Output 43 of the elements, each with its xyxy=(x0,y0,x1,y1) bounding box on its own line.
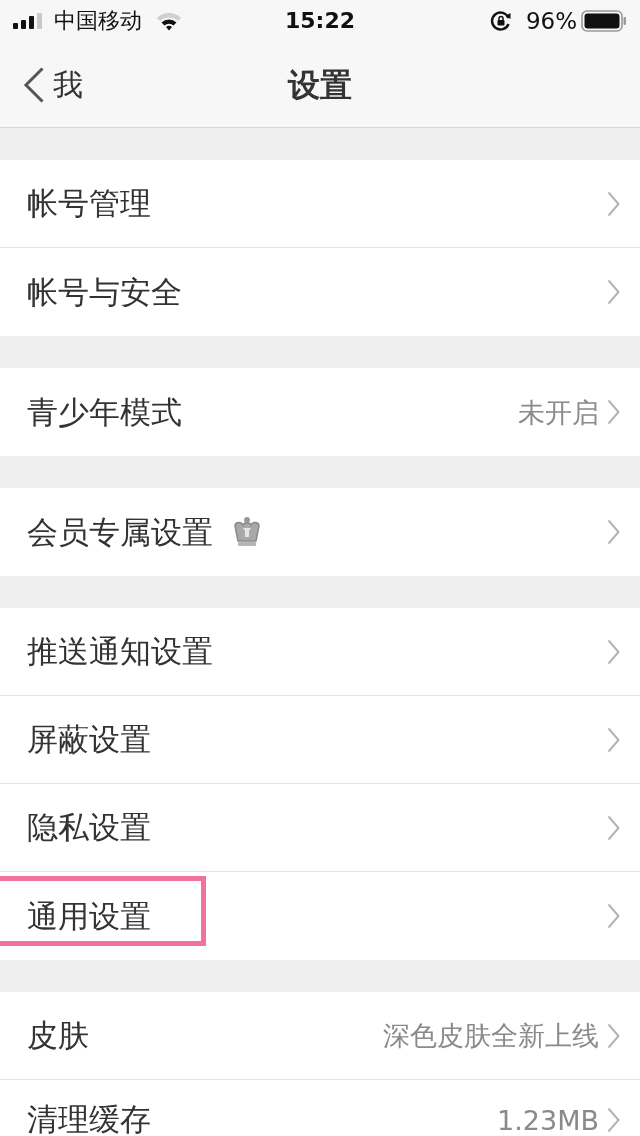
settings-row[interactable]: 帐号管理 xyxy=(0,160,640,248)
setting-label: 通用设置 xyxy=(27,900,151,932)
battery-percent: 96% xyxy=(525,9,577,33)
chevron-right-icon xyxy=(607,1022,620,1049)
settings-row[interactable]: 皮肤 深色皮肤全新上线 xyxy=(0,992,640,1080)
chevron-right-icon xyxy=(607,399,620,425)
setting-label: 屏蔽设置 xyxy=(27,724,151,755)
setting-label: 青少年模式 xyxy=(27,396,182,428)
setting-label: 清理缓存 xyxy=(27,1104,151,1135)
chevron-right-icon xyxy=(607,279,620,305)
setting-label: 推送通知设置 xyxy=(27,636,213,667)
chevron-right-icon xyxy=(607,1107,620,1133)
setting-value: 深色皮肤全新上线 xyxy=(383,1022,599,1049)
chevron-right-icon xyxy=(607,903,620,929)
settings-row[interactable]: 帐号与安全 xyxy=(0,248,640,336)
setting-label: 会员专属设置 xyxy=(27,516,213,548)
chevron-right-icon xyxy=(607,190,620,217)
setting-label: 皮肤 xyxy=(27,1020,89,1051)
page-title: 设置 xyxy=(288,68,352,101)
orientation-lock-icon xyxy=(489,10,512,32)
setting-label: 帐号管理 xyxy=(27,188,151,219)
settings-row[interactable]: 屏蔽设置 xyxy=(0,696,640,784)
chevron-right-icon xyxy=(607,814,620,841)
signal-icon xyxy=(13,13,45,29)
setting-value: 未开启 xyxy=(518,398,599,426)
settings-row[interactable]: 会员专属设置 xyxy=(0,488,640,576)
back-chevron-icon xyxy=(23,66,45,103)
settings-row[interactable]: 青少年模式 未开启 xyxy=(0,368,640,456)
settings-row[interactable]: 清理缓存 1.23MB xyxy=(0,1080,640,1136)
setting-label: 隐私设置 xyxy=(27,812,151,843)
settings-row[interactable]: 通用设置 xyxy=(0,872,640,960)
clock-time: 15:22 xyxy=(285,10,355,32)
battery-icon xyxy=(581,10,627,32)
back-button[interactable]: 我 xyxy=(23,66,83,103)
carrier-name: 中国移动 xyxy=(54,10,142,32)
settings-row[interactable]: 推送通知设置 xyxy=(0,608,640,696)
setting-label: 帐号与安全 xyxy=(27,276,182,308)
wifi-icon xyxy=(156,11,182,31)
settings-row[interactable]: 隐私设置 xyxy=(0,784,640,872)
setting-value: 1.23MB xyxy=(497,1106,599,1134)
chevron-right-icon xyxy=(607,726,620,753)
chevron-right-icon xyxy=(607,519,620,545)
chevron-right-icon xyxy=(607,638,620,665)
